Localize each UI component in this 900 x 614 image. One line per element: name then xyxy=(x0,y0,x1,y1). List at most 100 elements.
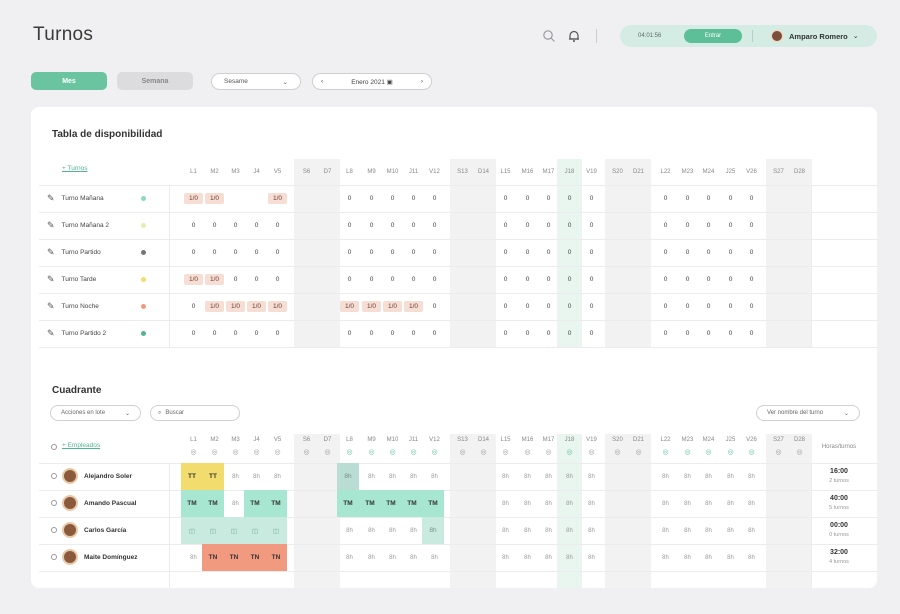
eye-icon[interactable]: ◎ xyxy=(403,448,424,456)
eye-icon[interactable]: ◎ xyxy=(183,448,204,456)
roster-cell[interactable]: 8h xyxy=(495,528,516,534)
roster-cell[interactable]: 8h xyxy=(495,501,516,507)
pencil-icon[interactable]: ✎ xyxy=(47,301,55,312)
eye-icon[interactable]: ◎ xyxy=(517,448,538,456)
roster-cell[interactable]: 8h xyxy=(741,555,762,561)
shift-row-label[interactable]: ✎ Turno Mañana xyxy=(47,193,104,204)
prev-month-button[interactable]: ‹ xyxy=(321,78,323,85)
select-all-checkbox[interactable] xyxy=(51,444,57,450)
eye-icon[interactable]: ◎ xyxy=(741,448,762,456)
roster-cell[interactable]: 8h xyxy=(382,555,403,561)
roster-cell[interactable]: 8h xyxy=(677,501,698,507)
roster-cell[interactable]: 8h xyxy=(339,528,360,534)
shift-block[interactable]: TM xyxy=(380,490,402,517)
roster-cell[interactable]: 8h xyxy=(495,555,516,561)
shift-block[interactable]: ◫ xyxy=(202,517,224,544)
shift-row-label[interactable]: ✎ Turno Tarde xyxy=(47,274,96,285)
roster-cell[interactable]: 8h xyxy=(225,501,246,507)
roster-cell[interactable]: 8h xyxy=(517,474,538,480)
shift-block[interactable]: TM xyxy=(337,490,359,517)
pencil-icon[interactable]: ✎ xyxy=(47,328,55,339)
shift-block[interactable]: TM xyxy=(422,490,444,517)
shift-row-label[interactable]: ✎ Turno Mañana 2 xyxy=(47,220,109,231)
roster-cell[interactable]: 8h xyxy=(424,555,445,561)
roster-cell[interactable]: 8h xyxy=(361,555,382,561)
roster-cell[interactable]: 8h xyxy=(246,474,267,480)
roster-cell[interactable]: 8h xyxy=(424,474,445,480)
roster-cell[interactable]: 8h xyxy=(538,528,559,534)
search-icon[interactable] xyxy=(542,29,556,43)
eye-icon[interactable]: ◎ xyxy=(677,448,698,456)
eye-icon[interactable]: ◎ xyxy=(225,448,246,456)
employee-name[interactable]: Amando Pascual xyxy=(84,500,136,507)
roster-cell[interactable]: 8h xyxy=(581,555,602,561)
shift-block[interactable]: 8h xyxy=(422,517,444,544)
shift-block[interactable]: TN xyxy=(265,544,287,571)
eye-icon[interactable]: ◎ xyxy=(317,448,338,456)
shift-block[interactable]: TN xyxy=(223,544,245,571)
search-field[interactable]: ⌕ Buscar xyxy=(150,405,240,421)
roster-cell[interactable]: 8h xyxy=(225,474,246,480)
pencil-icon[interactable]: ✎ xyxy=(47,193,55,204)
roster-cell[interactable]: 8h xyxy=(741,474,762,480)
bulk-actions-select[interactable]: Acciones en lote ⌄ xyxy=(50,405,141,421)
roster-cell[interactable]: 8h xyxy=(559,528,580,534)
bell-icon[interactable] xyxy=(567,29,581,43)
roster-cell[interactable]: 8h xyxy=(538,501,559,507)
roster-cell[interactable]: 8h xyxy=(183,555,204,561)
add-shift-link[interactable]: + Turnos xyxy=(62,165,87,172)
eye-icon[interactable]: ◎ xyxy=(581,448,602,456)
eye-icon[interactable]: ◎ xyxy=(655,448,676,456)
roster-cell[interactable]: 8h xyxy=(698,501,719,507)
employee-name[interactable]: Alejandro Soler xyxy=(84,473,132,480)
shift-block[interactable]: TN xyxy=(244,544,266,571)
shift-block[interactable]: TM xyxy=(265,490,287,517)
roster-cell[interactable]: 8h xyxy=(741,501,762,507)
eye-icon[interactable]: ◎ xyxy=(267,448,288,456)
enter-button[interactable]: Entrar xyxy=(684,29,742,43)
shift-block[interactable]: TM xyxy=(244,490,266,517)
roster-cell[interactable]: 8h xyxy=(267,474,288,480)
employee-name[interactable]: Maite Domínguez xyxy=(84,554,137,561)
eye-icon[interactable]: ◎ xyxy=(382,448,403,456)
shift-block[interactable]: ◫ xyxy=(223,517,245,544)
add-employee-link[interactable]: + Empleados xyxy=(62,442,100,449)
shift-block[interactable]: TM xyxy=(202,490,224,517)
eye-icon[interactable]: ◎ xyxy=(424,448,445,456)
roster-cell[interactable]: 8h xyxy=(581,474,602,480)
eye-icon[interactable]: ◎ xyxy=(204,448,225,456)
employee-name[interactable]: Carlos García xyxy=(84,527,126,534)
pencil-icon[interactable]: ✎ xyxy=(47,220,55,231)
eye-icon[interactable]: ◎ xyxy=(473,448,494,456)
month-label-group[interactable]: Enero 2021 ▣ xyxy=(351,78,393,86)
employee-checkbox[interactable] xyxy=(51,554,57,560)
roster-cell[interactable]: 8h xyxy=(720,555,741,561)
roster-cell[interactable]: 8h xyxy=(677,555,698,561)
roster-cell[interactable]: 8h xyxy=(581,501,602,507)
roster-cell[interactable]: 8h xyxy=(403,528,424,534)
roster-cell[interactable]: 8h xyxy=(361,528,382,534)
eye-icon[interactable]: ◎ xyxy=(296,448,317,456)
roster-cell[interactable]: 8h xyxy=(517,528,538,534)
roster-cell[interactable]: 8h xyxy=(698,555,719,561)
eye-icon[interactable]: ◎ xyxy=(720,448,741,456)
roster-cell[interactable]: 8h xyxy=(339,555,360,561)
employee-checkbox[interactable] xyxy=(51,473,57,479)
roster-cell[interactable]: 8h xyxy=(382,474,403,480)
eye-icon[interactable]: ◎ xyxy=(768,448,789,456)
shift-block[interactable]: TT xyxy=(202,463,224,490)
roster-cell[interactable]: 8h xyxy=(655,528,676,534)
roster-cell[interactable]: 8h xyxy=(720,474,741,480)
eye-icon[interactable]: ◎ xyxy=(452,448,473,456)
shift-block[interactable]: TM xyxy=(401,490,423,517)
roster-cell[interactable]: 8h xyxy=(559,501,580,507)
shift-block[interactable]: ◫ xyxy=(244,517,266,544)
next-month-button[interactable]: › xyxy=(421,78,423,85)
shift-block[interactable]: TN xyxy=(202,544,224,571)
roster-cell[interactable]: 8h xyxy=(403,474,424,480)
company-select[interactable]: Sesame ⌄ xyxy=(211,73,301,90)
roster-cell[interactable]: 8h xyxy=(655,501,676,507)
shift-name-view-select[interactable]: Ver nombre del turno ⌄ xyxy=(756,405,860,421)
shift-row-label[interactable]: ✎ Turno Partido xyxy=(47,247,101,258)
eye-icon[interactable]: ◎ xyxy=(339,448,360,456)
